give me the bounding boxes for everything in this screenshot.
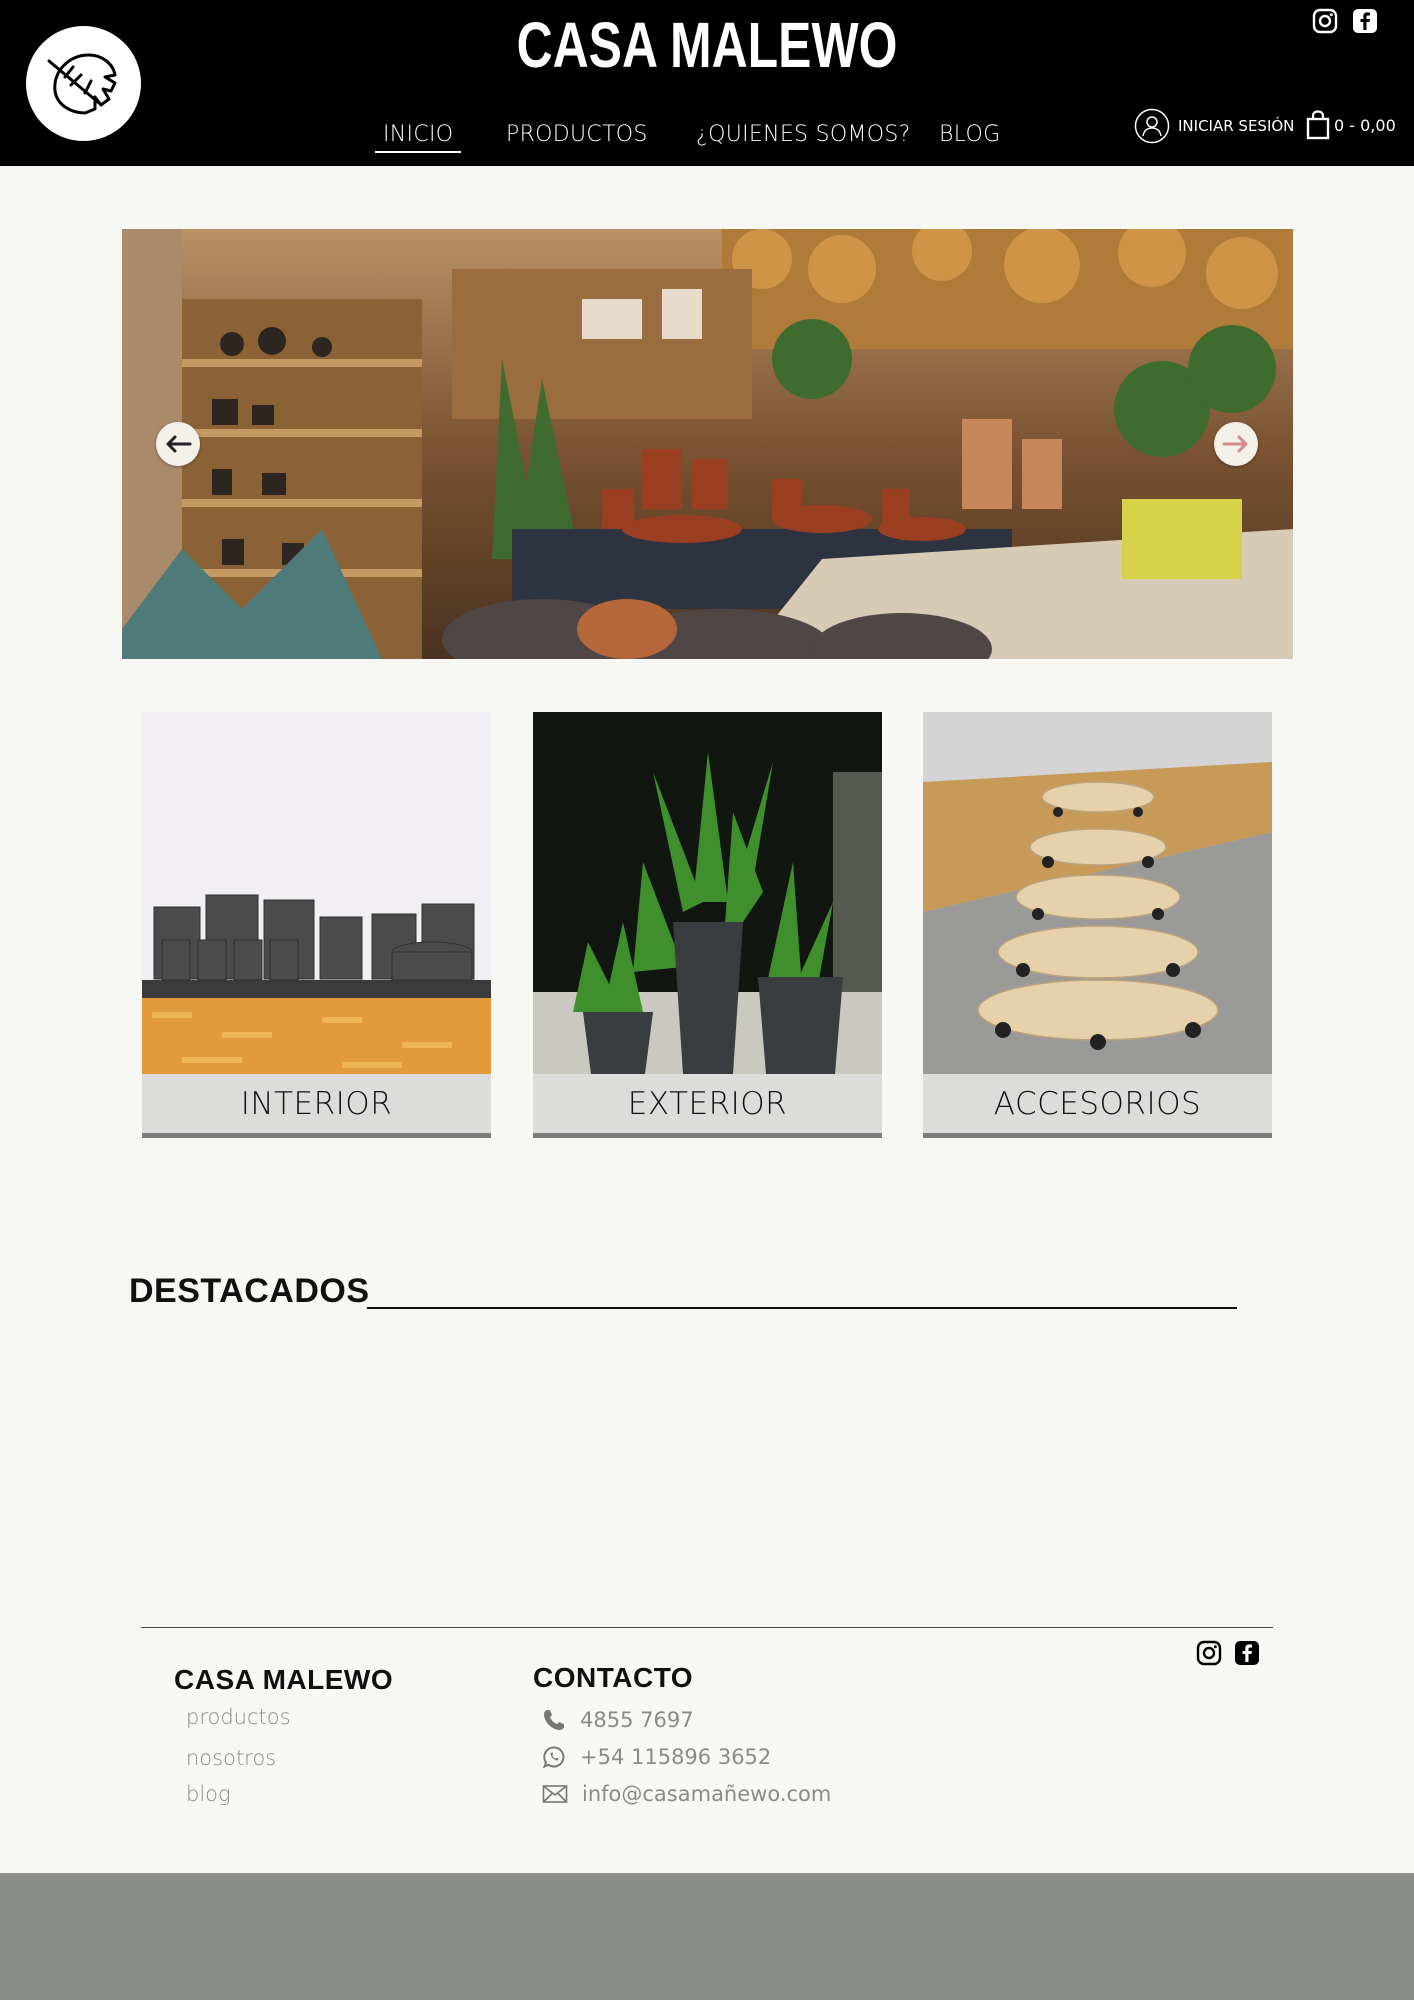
footer-brand-title: CASA MALEWO — [174, 1664, 394, 1695]
contact-email: info@casamañewo.com — [542, 1782, 831, 1806]
footer-link-nosotros[interactable]: nosotros — [186, 1746, 276, 1770]
hero-image — [122, 229, 1293, 659]
user-icon — [1134, 108, 1170, 144]
login-link[interactable]: INICIAR SESIÓN — [1134, 108, 1294, 144]
whatsapp-icon — [542, 1746, 565, 1769]
category-card-accesorios[interactable]: ACCESORIOS — [923, 712, 1272, 1138]
nav-item-quienes-somos[interactable]: ¿QUIENES SOMOS? — [696, 122, 911, 147]
brand-title[interactable]: CASA MALEWO — [156, 8, 1259, 82]
footer-link-blog[interactable]: blog — [186, 1782, 231, 1806]
featured-title: DESTACADOS — [129, 1272, 370, 1310]
category-image-accesorios — [923, 712, 1272, 1074]
hero-next-button[interactable] — [1214, 422, 1258, 466]
nav-item-blog[interactable]: BLOG — [939, 122, 1000, 147]
footer-bottom-band — [0, 1873, 1414, 2000]
facebook-icon[interactable] — [1352, 8, 1378, 34]
category-label: INTERIOR — [142, 1074, 491, 1138]
hero-slider[interactable] — [122, 229, 1293, 659]
category-image-exterior — [533, 712, 882, 1074]
footer-social — [1196, 1640, 1260, 1666]
cart-total: 0 - 0,00 — [1334, 115, 1396, 135]
instagram-icon[interactable] — [1312, 8, 1338, 34]
featured-divider — [367, 1307, 1237, 1309]
login-label: INICIAR SESIÓN — [1178, 117, 1295, 135]
site-header: CASA MALEWO INICIO PRODUCTOS ¿QUIENES SO… — [0, 0, 1414, 166]
contact-phone: 4855 7697 — [542, 1708, 694, 1732]
contact-whatsapp: +54 115896 3652 — [542, 1745, 771, 1769]
footer-link-productos[interactable]: productos — [186, 1705, 291, 1729]
whatsapp-number[interactable]: +54 115896 3652 — [580, 1745, 771, 1769]
footer-contact-title: CONTACTO — [533, 1662, 694, 1693]
monstera-leaf-icon — [47, 53, 116, 114]
category-image-interior — [142, 712, 491, 1074]
hero-prev-button[interactable] — [156, 422, 200, 466]
mail-icon — [542, 1785, 568, 1803]
facebook-icon[interactable] — [1234, 1640, 1260, 1666]
cart-button[interactable]: 0 - 0,00 — [1306, 110, 1396, 140]
email-address[interactable]: info@casamañewo.com — [582, 1782, 831, 1806]
nav-item-inicio[interactable]: INICIO — [375, 122, 462, 153]
arrow-right-icon — [1222, 435, 1248, 453]
header-social — [1312, 8, 1378, 34]
phone-icon — [544, 1710, 564, 1730]
category-card-interior[interactable]: INTERIOR — [142, 712, 491, 1138]
nav-item-productos[interactable]: PRODUCTOS — [506, 122, 648, 147]
arrow-left-icon — [166, 435, 192, 453]
shopping-bag-icon — [1306, 110, 1330, 140]
category-label: EXTERIOR — [533, 1074, 882, 1138]
category-card-exterior[interactable]: EXTERIOR — [533, 712, 882, 1138]
footer-divider — [141, 1627, 1273, 1628]
instagram-icon[interactable] — [1196, 1640, 1222, 1666]
phone-number[interactable]: 4855 7697 — [580, 1708, 694, 1732]
category-label: ACCESORIOS — [923, 1074, 1272, 1138]
